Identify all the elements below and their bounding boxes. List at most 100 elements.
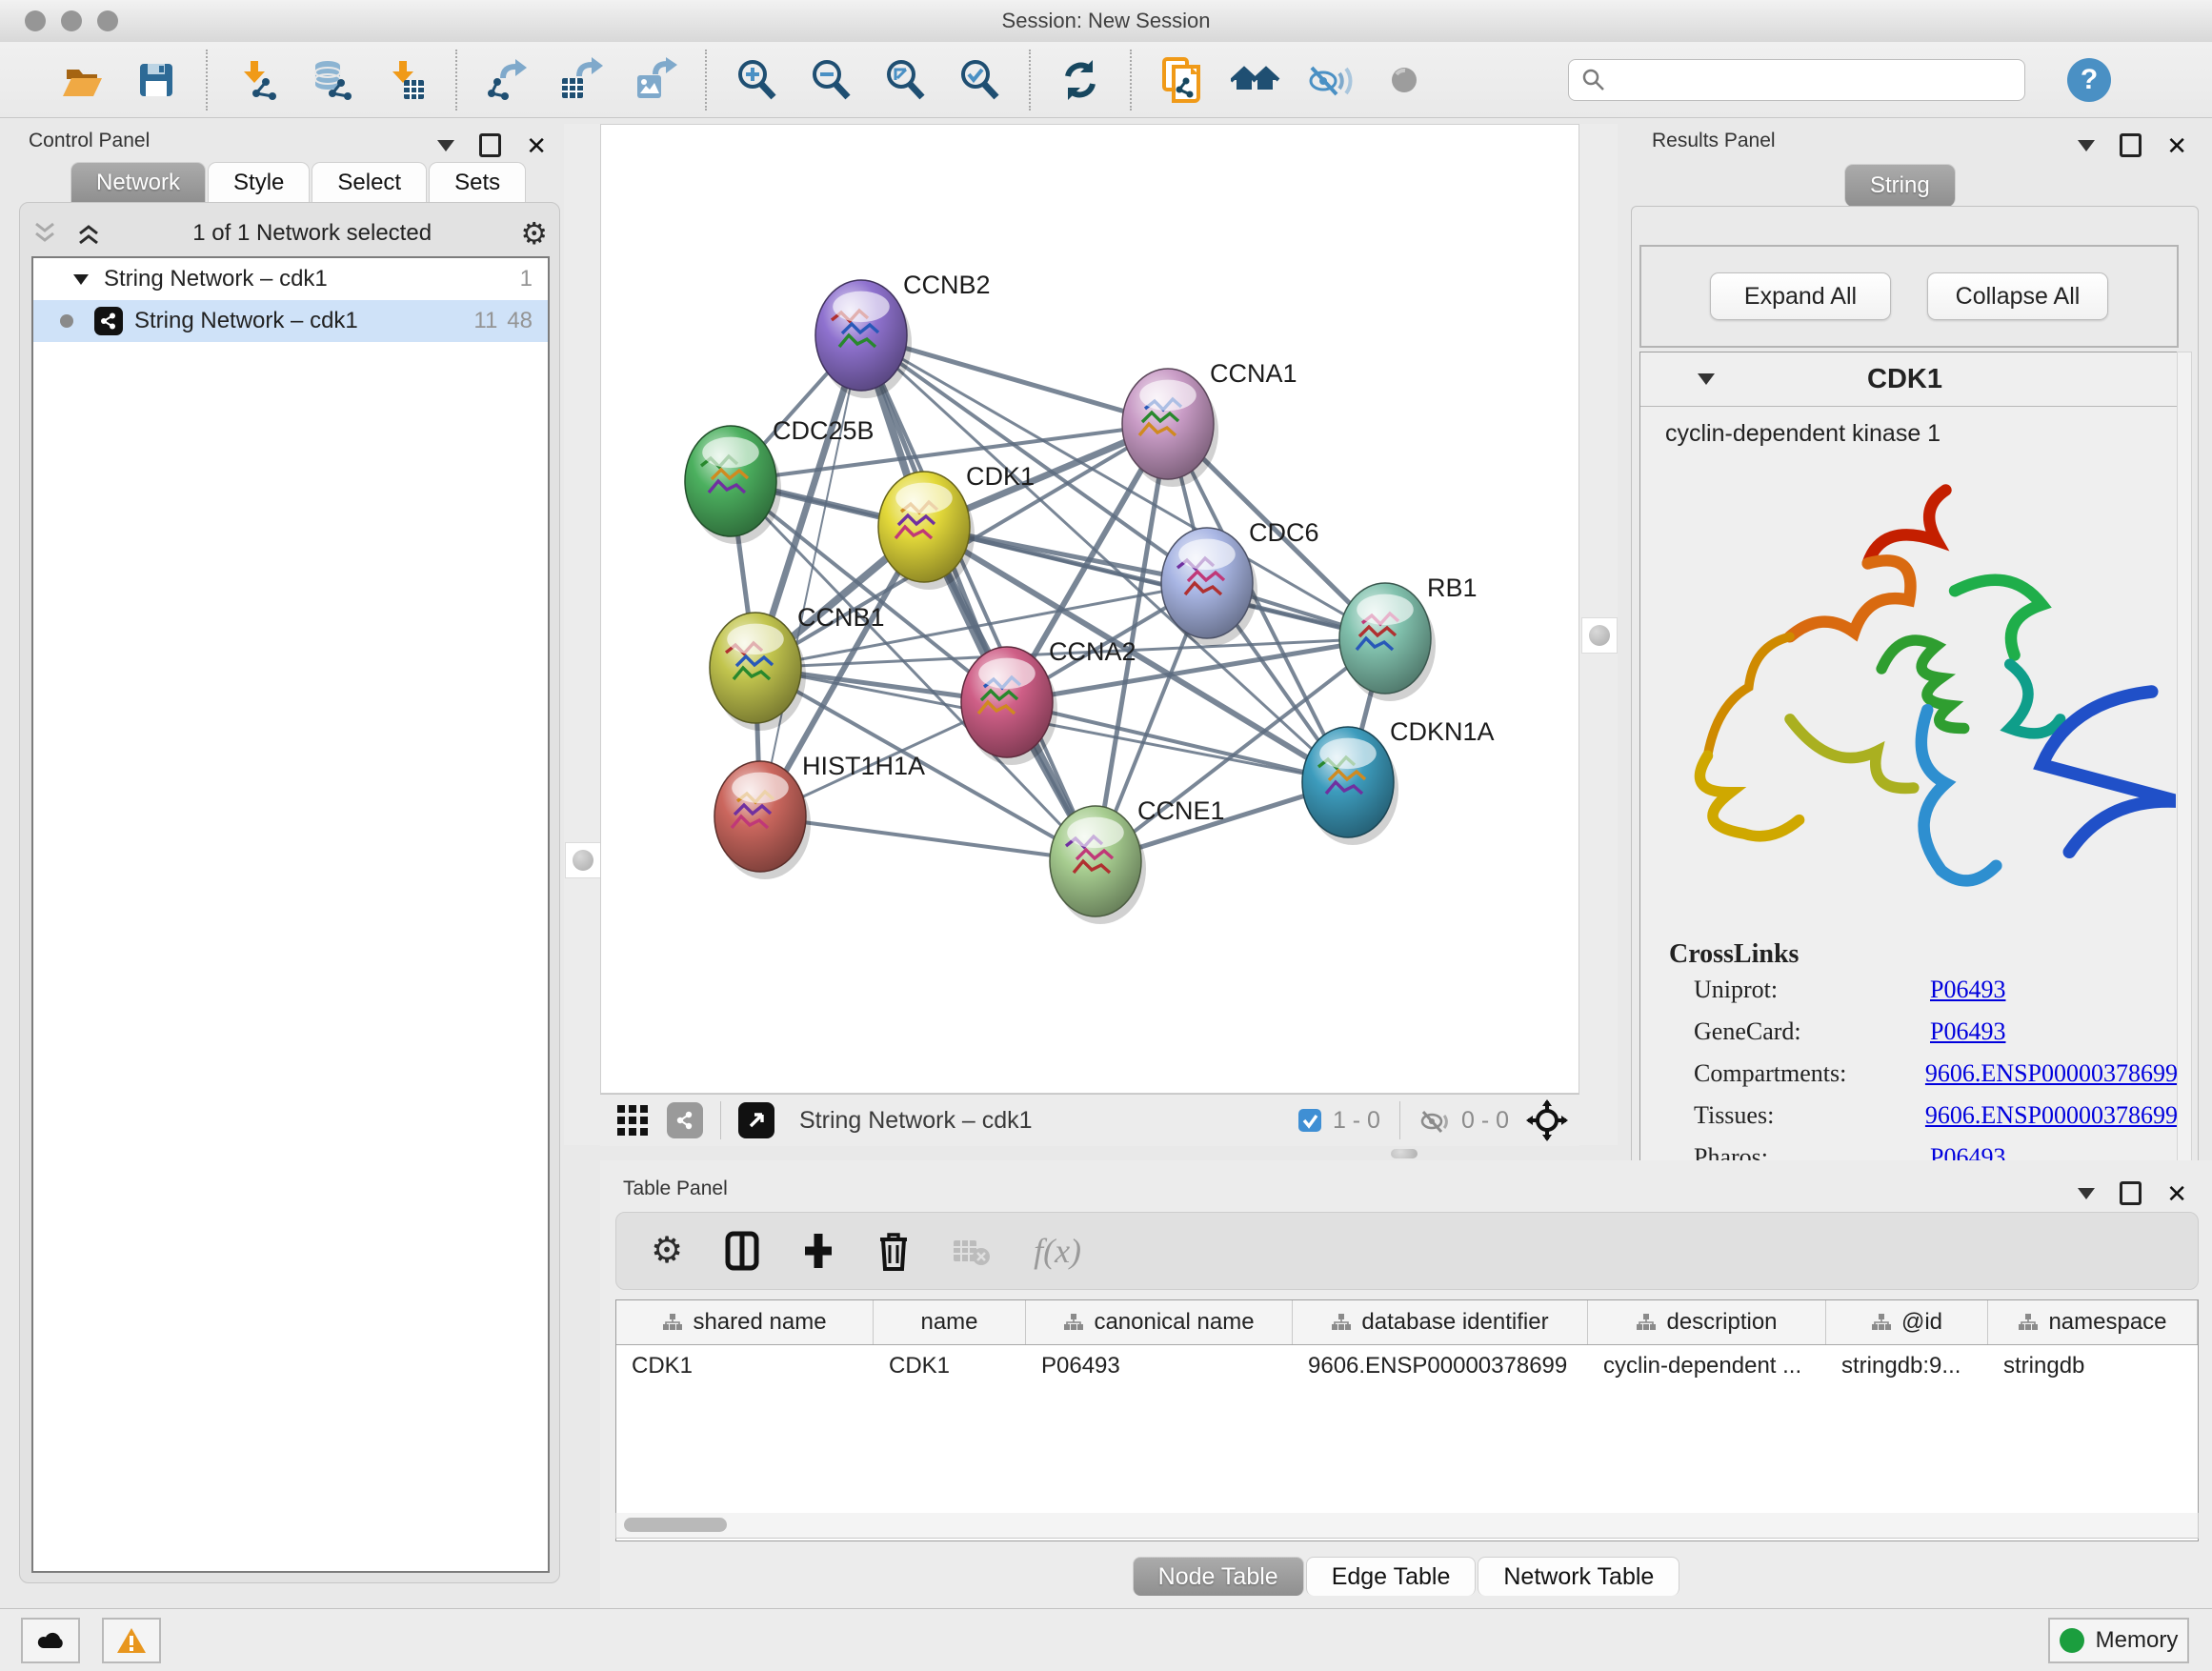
network-node-CDK1[interactable]: CDK1 <box>878 462 1035 590</box>
network-node-CCNE1[interactable]: CCNE1 <box>1050 796 1225 924</box>
network-row-selected[interactable]: String Network – cdk1 11 48 <box>33 300 548 342</box>
table-cell[interactable]: P06493 <box>1026 1345 1293 1387</box>
collapse-panel-icon[interactable] <box>437 140 454 151</box>
tab-node-table[interactable]: Node Table <box>1133 1557 1304 1596</box>
table-cell[interactable]: 9606.ENSP00000378699 <box>1293 1345 1588 1387</box>
network-node-CDKN1A[interactable]: CDKN1A <box>1302 717 1495 845</box>
left-splitter[interactable] <box>564 124 600 1145</box>
bottom-splitter-handle[interactable] <box>1391 1149 1418 1158</box>
section-collapse-icon[interactable] <box>1698 373 1715 385</box>
column-header-description[interactable]: description <box>1588 1300 1826 1344</box>
node-table[interactable]: shared namenamecanonical namedatabase id… <box>615 1299 2199 1541</box>
show-columns-icon[interactable] <box>725 1231 759 1271</box>
network-node-CCNB2[interactable]: CCNB2 <box>815 271 991 398</box>
tab-edge-table[interactable]: Edge Table <box>1306 1557 1477 1596</box>
close-panel-icon[interactable]: ✕ <box>2166 136 2187 155</box>
hidden-eye-icon[interactable] <box>1419 1107 1452 1134</box>
close-panel-icon[interactable]: ✕ <box>526 136 547 155</box>
view-grid-icon[interactable] <box>612 1096 654 1145</box>
import-network-database-icon[interactable] <box>307 55 356 105</box>
network-node-CDC6[interactable]: CDC6 <box>1161 518 1319 646</box>
crosslink-link[interactable]: 9606.ENSP00000378699 <box>1925 1101 2178 1130</box>
tab-sets[interactable]: Sets <box>429 162 526 203</box>
zoom-fit-icon[interactable] <box>880 55 930 105</box>
enrichment-hide-icon[interactable] <box>1305 55 1355 105</box>
search-box[interactable] <box>1568 59 2025 101</box>
zoom-in-icon[interactable] <box>732 55 781 105</box>
network-node-HIST1H1A[interactable]: HIST1H1A <box>714 752 925 879</box>
birdseye-position-icon[interactable] <box>1522 1096 1572 1145</box>
string-results-container: Expand All Collapse All CDK1 cyclin-depe… <box>1631 206 2199 1248</box>
export-network-icon[interactable] <box>482 55 532 105</box>
crosslink-link[interactable]: P06493 <box>1930 976 2005 1004</box>
expand-all-icon[interactable] <box>75 221 104 246</box>
help-icon[interactable]: ? <box>2067 58 2111 102</box>
results-scrollbar[interactable] <box>2177 352 2192 1184</box>
enrichment-show-icon[interactable] <box>1379 55 1429 105</box>
table-cell[interactable]: stringdb <box>1988 1345 2198 1387</box>
open-session-icon[interactable] <box>57 55 107 105</box>
column-header-name[interactable]: name <box>874 1300 1026 1344</box>
table-cell[interactable]: CDK1 <box>874 1345 1026 1387</box>
table-panel: Table Panel ✕ ⚙ f(x) shared namenamecano… <box>600 1160 2212 1608</box>
tab-style[interactable]: Style <box>208 162 310 203</box>
zoom-out-icon[interactable] <box>806 55 855 105</box>
apply-layout-icon[interactable] <box>1056 55 1105 105</box>
export-image-icon[interactable] <box>631 55 680 105</box>
network-collection-row[interactable]: String Network – cdk1 1 <box>33 258 548 300</box>
column-header-canonical-name[interactable]: canonical name <box>1026 1300 1293 1344</box>
save-session-icon[interactable] <box>131 55 181 105</box>
zoom-selected-icon[interactable] <box>955 55 1004 105</box>
table-cell[interactable]: CDK1 <box>616 1345 874 1387</box>
expand-all-button[interactable]: Expand All <box>1710 272 1891 320</box>
crosslink-link[interactable]: 9606.ENSP00000378699 <box>1925 1059 2178 1088</box>
collapse-panel-icon[interactable] <box>2078 140 2095 151</box>
string-home-icon[interactable] <box>1231 55 1280 105</box>
column-header-shared-name[interactable]: shared name <box>616 1300 874 1344</box>
network-canvas[interactable]: CCNB2CCNA1CDC25BCDK1CDC6RB1CCNB1CCNA2CDK… <box>600 124 1579 1094</box>
table-header-row: shared namenamecanonical namedatabase id… <box>616 1300 2198 1345</box>
add-column-icon[interactable] <box>801 1232 835 1270</box>
collapse-all-button[interactable]: Collapse All <box>1927 272 2108 320</box>
export-table-icon[interactable] <box>556 55 606 105</box>
tab-string[interactable]: String <box>1844 164 1956 207</box>
tab-network-table[interactable]: Network Table <box>1478 1557 1679 1596</box>
column-header-namespace[interactable]: namespace <box>1988 1300 2198 1344</box>
import-network-file-icon[interactable] <box>232 55 282 105</box>
detach-view-icon[interactable] <box>738 1102 774 1138</box>
crosslink-row: Compartments:9606.ENSP00000378699 <box>1694 1059 2178 1088</box>
memory-button[interactable]: Memory <box>2048 1618 2189 1663</box>
delete-column-icon[interactable] <box>877 1231 910 1271</box>
right-splitter[interactable] <box>1579 124 1618 1145</box>
search-input[interactable] <box>1607 68 1992 91</box>
float-panel-icon[interactable] <box>479 133 501 157</box>
control-panel: Control Panel ✕ NetworkStyleSelectSets 1… <box>13 124 564 1585</box>
network-node-CCNB1[interactable]: CCNB1 <box>710 603 885 731</box>
float-panel-icon[interactable] <box>2120 1181 2142 1205</box>
cloud-status-button[interactable] <box>21 1618 80 1663</box>
table-cell[interactable]: cyclin-dependent ... <box>1588 1345 1826 1387</box>
table-options-gear-icon[interactable]: ⚙ <box>651 1236 683 1266</box>
tree-expanded-icon[interactable] <box>71 272 90 287</box>
column-header-database-identifier[interactable]: database identifier <box>1293 1300 1588 1344</box>
collapse-panel-icon[interactable] <box>2078 1188 2095 1199</box>
selected-checkbox-icon[interactable] <box>1297 1107 1323 1134</box>
string-protein-query-icon[interactable] <box>1156 55 1206 105</box>
float-panel-icon[interactable] <box>2120 133 2142 157</box>
network-node-CDC25B[interactable]: CDC25B <box>685 416 875 544</box>
import-table-file-icon[interactable] <box>381 55 431 105</box>
table-cell[interactable]: stringdb:9... <box>1826 1345 1988 1387</box>
tab-select[interactable]: Select <box>312 162 427 203</box>
network-node-CCNA2[interactable]: CCNA2 <box>961 637 1136 765</box>
warning-status-button[interactable] <box>102 1618 161 1663</box>
tab-network[interactable]: Network <box>70 162 206 203</box>
collapse-all-icon[interactable] <box>31 221 60 246</box>
network-options-gear-icon[interactable]: ⚙ <box>520 218 548 249</box>
table-row[interactable]: CDK1CDK1P064939606.ENSP00000378699cyclin… <box>616 1345 2198 1387</box>
network-node-RB1[interactable]: RB1 <box>1339 574 1478 701</box>
view-share-icon[interactable] <box>667 1102 703 1138</box>
table-horizontal-scrollbar[interactable] <box>615 1513 2199 1539</box>
close-panel-icon[interactable]: ✕ <box>2166 1184 2187 1203</box>
column-header-@id[interactable]: @id <box>1826 1300 1988 1344</box>
crosslink-link[interactable]: P06493 <box>1930 1017 2005 1046</box>
